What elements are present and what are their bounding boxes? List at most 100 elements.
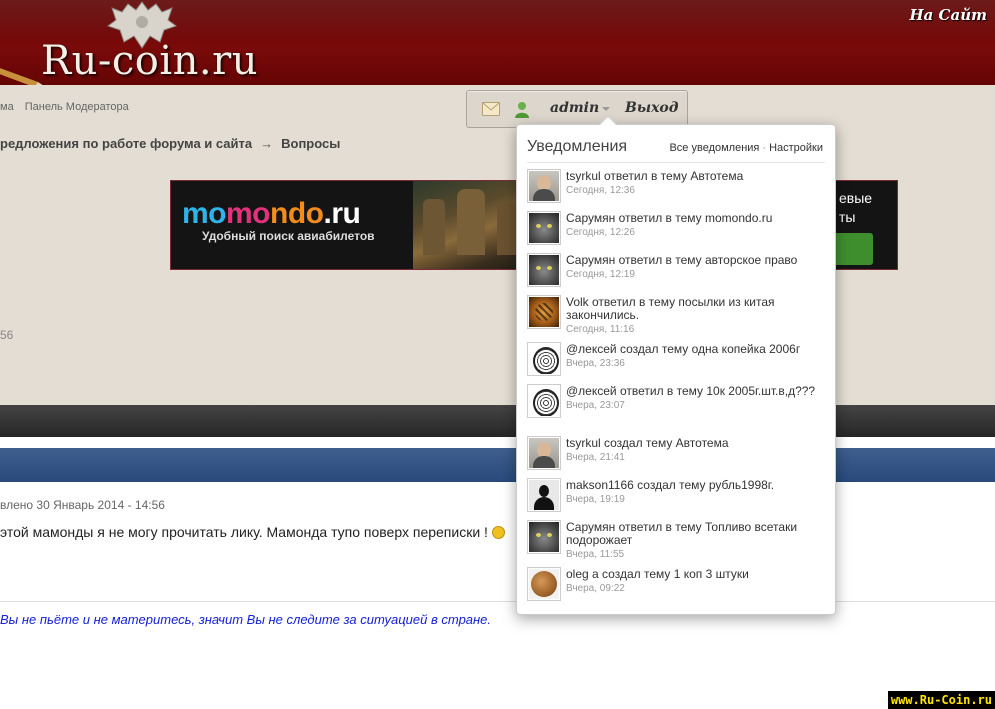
notification-item[interactable]: oleg а создал тему 1 коп 3 штуки Вчера, 0… xyxy=(527,567,827,607)
notification-time: Вчера, 23:07 xyxy=(566,400,625,411)
avatar-image xyxy=(529,344,559,374)
notification-text[interactable]: tsyrkul создал тему Автотема xyxy=(566,437,827,450)
avatar-image xyxy=(529,480,559,510)
notification-time: Вчера, 21:41 xyxy=(566,452,625,463)
notification-time: Сегодня, 12:36 xyxy=(566,185,635,196)
avatar-image xyxy=(529,255,559,285)
links-separator: · xyxy=(762,142,767,154)
notification-text[interactable]: makson1166 создал тему рубль1998г. xyxy=(566,479,827,492)
notification-text[interactable]: Сарумян ответил в тему Топливо всетаки п… xyxy=(566,521,827,547)
notification-text[interactable]: oleg а создал тему 1 коп 3 штуки xyxy=(566,568,827,581)
avatar[interactable] xyxy=(527,384,561,418)
notification-time: Вчера, 23:36 xyxy=(566,358,625,369)
avatar[interactable] xyxy=(527,520,561,554)
notification-body: tsyrkul создал тему Автотема Вчера, 21:41 xyxy=(566,436,827,464)
avatar[interactable] xyxy=(527,169,561,203)
post-date: влено 30 Январь 2014 - 14:56 xyxy=(0,498,165,512)
notification-time: Сегодня, 11:16 xyxy=(566,324,635,335)
banner-button[interactable] xyxy=(833,233,873,265)
notification-text[interactable]: @лексей создал тему одна копейка 2006г xyxy=(566,343,827,356)
post-header-bar xyxy=(0,448,995,482)
dark-navbar xyxy=(0,405,995,437)
notification-settings-link[interactable]: Настройки xyxy=(769,142,823,154)
site-logo[interactable]: Ru-coin.ru xyxy=(41,38,258,84)
temple-tower xyxy=(423,199,445,255)
avatar-image xyxy=(529,386,559,416)
chevron-down-icon[interactable] xyxy=(602,107,610,111)
avatar[interactable] xyxy=(527,478,561,512)
logout-link[interactable]: Выход xyxy=(625,100,679,116)
notification-text[interactable]: Сарумян ответил в тему momondo.ru xyxy=(566,212,827,225)
avatar-image xyxy=(529,522,559,552)
post-signature: Вы не пьёте и не материтесь, значит Вы н… xyxy=(0,612,492,627)
banner-side-line: ты xyxy=(839,209,856,225)
notification-body: @лексей ответил в тему 10к 2005г.шт.в,д?… xyxy=(566,384,827,412)
modbar-item-home[interactable]: ма xyxy=(0,101,14,113)
banner-slogan: Удобный поиск авиабилетов xyxy=(202,229,375,243)
popup-divider xyxy=(527,162,825,163)
username-menu[interactable]: admin xyxy=(550,100,599,116)
notification-body: oleg а создал тему 1 коп 3 штуки Вчера, 0… xyxy=(566,567,827,595)
avatar[interactable] xyxy=(527,567,561,601)
notification-body: @лексей создал тему одна копейка 2006г Вч… xyxy=(566,342,827,370)
avatar-image xyxy=(529,213,559,243)
banner-side-line: евые xyxy=(839,190,873,206)
breadcrumb-arrow-icon: → xyxy=(260,136,274,151)
to-site-link[interactable]: На Сайт xyxy=(909,6,987,24)
notification-time: Вчера, 09:22 xyxy=(566,583,625,594)
notifications-links: Все уведомления · Настройки xyxy=(669,142,823,154)
notification-body: Сарумян ответил в тему Топливо всетаки п… xyxy=(566,520,827,561)
notification-item[interactable]: Volk ответил в тему посылки из китая зак… xyxy=(527,295,827,342)
breadcrumb-current[interactable]: Вопросы xyxy=(281,136,340,151)
notification-text[interactable]: Volk ответил в тему посылки из китая зак… xyxy=(566,296,827,322)
banner-brand: momondo.ru xyxy=(182,197,361,231)
notification-time: Вчера, 19:19 xyxy=(566,494,625,505)
temple-tower xyxy=(457,189,485,255)
avatar[interactable] xyxy=(527,342,561,376)
notification-item[interactable]: tsyrkul создал тему Автотема Вчера, 21:41 xyxy=(527,436,827,478)
notification-body: Сарумян ответил в тему momondo.ru Сегодня… xyxy=(566,211,827,239)
brand-part-3: ndo xyxy=(270,197,324,230)
notification-item[interactable]: Сарумян ответил в тему Топливо всетаки п… xyxy=(527,520,827,567)
avatar-image xyxy=(529,171,559,201)
notification-item[interactable]: makson1166 создал тему рубль1998г. Вчера,… xyxy=(527,478,827,520)
avatar[interactable] xyxy=(527,253,561,287)
post-message: этой мамонды я не могу прочитать лику. М… xyxy=(0,524,505,540)
notification-body: tsyrkul ответил в тему Автотема Сегодня, … xyxy=(566,169,827,197)
breadcrumb: редложения по работе форума и сайта → Вопр… xyxy=(0,136,340,151)
site-header: Ru-coin.ru На Сайт xyxy=(0,0,995,85)
notification-item[interactable]: @лексей создал тему одна копейка 2006г Вч… xyxy=(527,342,827,384)
pencil-icon xyxy=(0,68,43,85)
avatar[interactable] xyxy=(527,295,561,329)
smiley-icon xyxy=(491,526,505,539)
brand-part-2: mo xyxy=(226,197,271,230)
notification-time: Вчера, 11:55 xyxy=(566,549,625,560)
avatar[interactable] xyxy=(527,436,561,470)
post-divider xyxy=(0,601,995,602)
banner-temple-image xyxy=(413,181,533,269)
envelope-icon[interactable] xyxy=(482,102,500,116)
moderator-bar: ма Панель Модератора xyxy=(0,101,137,113)
notification-item[interactable]: @лексей ответил в тему 10к 2005г.шт.в,д?… xyxy=(527,384,827,436)
notification-text[interactable]: @лексей ответил в тему 10к 2005г.шт.в,д?… xyxy=(566,385,827,398)
notification-item[interactable]: tsyrkul ответил в тему Автотема Сегодня, … xyxy=(527,169,827,211)
notifications-popup: Уведомления Все уведомления · Настройки ts… xyxy=(516,115,836,615)
avatar-image xyxy=(529,569,559,599)
notification-item[interactable]: Сарумян ответил в тему авторское право Се… xyxy=(527,253,827,295)
avatar[interactable] xyxy=(527,211,561,245)
notification-item[interactable]: Сарумян ответил в тему momondo.ru Сегодня… xyxy=(527,211,827,253)
notification-list: tsyrkul ответил в тему Автотема Сегодня, … xyxy=(527,169,827,607)
breadcrumb-parent[interactable]: редложения по работе форума и сайта xyxy=(0,136,252,151)
post-message-text: этой мамонды я не могу прочитать лику. М… xyxy=(0,524,488,540)
all-notifications-link[interactable]: Все уведомления xyxy=(669,142,759,154)
notification-time: Сегодня, 12:26 xyxy=(566,227,635,238)
notification-body: Volk ответил в тему посылки из китая зак… xyxy=(566,295,827,336)
user-icon[interactable] xyxy=(515,101,529,118)
modbar-item-moderator-panel[interactable]: Панель Модератора xyxy=(25,101,129,113)
notification-text[interactable]: tsyrkul ответил в тему Автотема xyxy=(566,170,827,183)
notification-body: makson1166 создал тему рубль1998г. Вчера,… xyxy=(566,478,827,506)
notification-text[interactable]: Сарумян ответил в тему авторское право xyxy=(566,254,827,267)
brand-part-1: mo xyxy=(182,197,227,230)
watermark: www.Ru-Coin.ru xyxy=(887,691,995,709)
user-bar: admin Выход xyxy=(466,90,688,128)
